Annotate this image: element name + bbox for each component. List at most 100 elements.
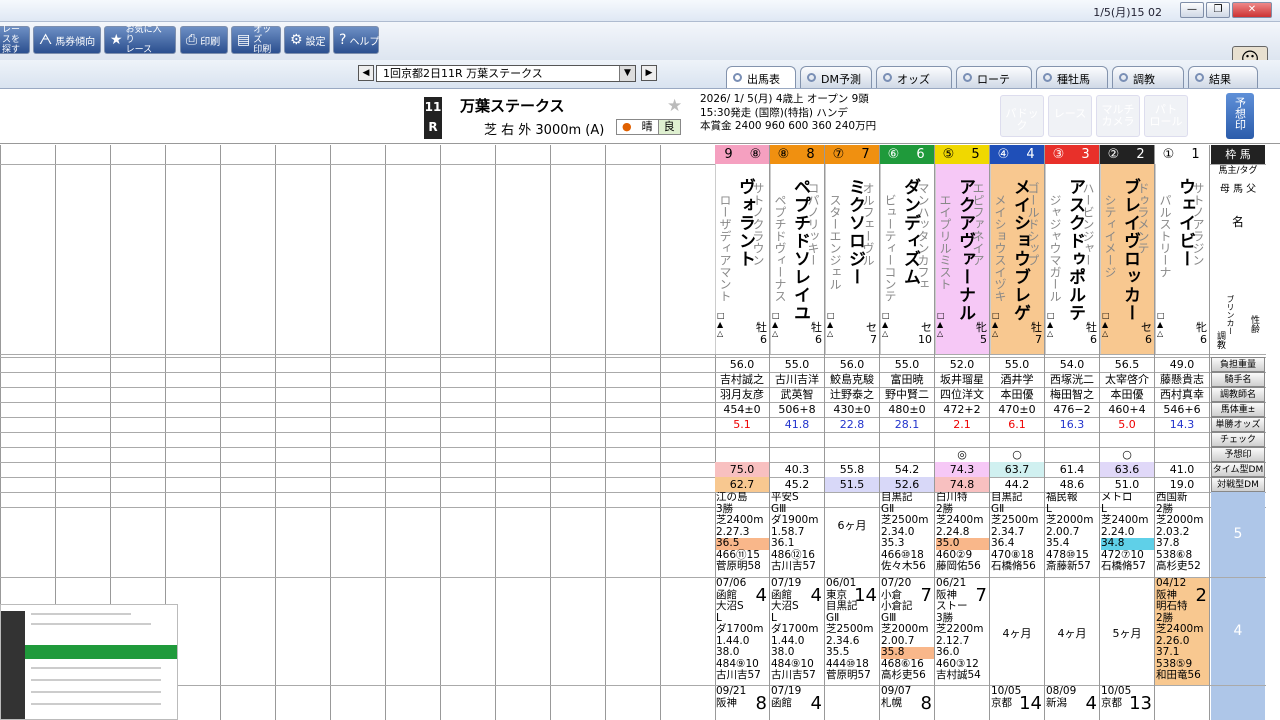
horse-number: 8: [806, 147, 815, 162]
past-race-3[interactable]: 09/07 8 札幌: [880, 686, 934, 720]
horse-name-cell[interactable]: エピファネイア アクアヴァーナル エイプリルミスト □ ▲ △ 牝 5: [935, 164, 989, 354]
horse-name[interactable]: アスクドゥポルテ: [1063, 178, 1088, 322]
close-button[interactable]: ✕: [1232, 2, 1272, 18]
past-race-text: 35.4: [1046, 537, 1070, 549]
race-header: 11 R 万葉ステークス ★ 芝 右 外 3000m (A) ● 晴良 2026/ …: [0, 88, 1280, 144]
tab-training[interactable]: 調教: [1112, 66, 1184, 88]
horse-name[interactable]: ペプチドソレイユ: [788, 178, 813, 322]
past-race-3[interactable]: 07/19 4 函館: [770, 686, 824, 720]
past-race-3[interactable]: 09/21 8 阪神: [715, 686, 769, 720]
past-race-1[interactable]: 白川特 2勝 芝2400m 2.24.8 35.0 460②9 藤岡佑56: [935, 492, 989, 577]
help-icon: ?: [339, 32, 347, 48]
horse-name[interactable]: メイショウブレゲ: [1008, 178, 1033, 322]
waku-number: 9: [724, 147, 733, 162]
horse-name-cell[interactable]: ゴールドシップ メイショウブレゲ メイショウスイヅキ □ ▲ △ 牡 7: [990, 164, 1044, 354]
past-race-2[interactable]: 07/06 4 函館 大沼S L ダ1700m 1.44.0 38.0 484⑨10 古川吉57: [715, 578, 769, 685]
race-select[interactable]: 1回京都2日11R 万葉ステークス ▼: [376, 65, 636, 82]
past-race-1[interactable]: 平安S GⅢ ダ1900m 1.58.7 36.1 486⑫16 古川吉57: [770, 492, 824, 577]
odds-cell: 14.3: [1169, 418, 1195, 431]
dam-name: メイショウスイヅキ: [993, 194, 1007, 302]
horse-name-cell[interactable]: サトノクラウン ヴォラント ローザディアマント □ ▲ △ 牡 6: [715, 164, 769, 354]
preview-line: [31, 703, 161, 705]
tab-results[interactable]: 結果: [1188, 66, 1258, 88]
prediction-mark-cell[interactable]: ◎: [935, 447, 989, 462]
next-race-button[interactable]: ▶: [641, 65, 657, 81]
horse-name[interactable]: ヴォラント: [733, 178, 758, 268]
prediction-mark-cell[interactable]: ○: [1100, 447, 1154, 462]
tab-odds[interactable]: オッズ: [876, 66, 952, 88]
venue-name: 京都: [1101, 696, 1122, 709]
star-icon: ★: [110, 32, 123, 48]
horse-name[interactable]: ブレイヴロッカー: [1118, 178, 1143, 322]
jockey-cell: 富田暁: [890, 373, 924, 386]
past-race-2[interactable]: 06/01 14 東京 目黒記 GⅡ 芝2500m 2.34.6 35.5 444⑩18 菅原明5…: [825, 578, 879, 685]
horse-number: 3: [1081, 147, 1090, 162]
waku-number: ⑥: [887, 147, 900, 162]
help-button[interactable]: ? ヘルプ: [333, 26, 379, 54]
odds-print-button[interactable]: ▤ オッズ 印刷: [231, 25, 281, 55]
past-race-3[interactable]: 10/05 13 京都: [1100, 686, 1154, 720]
tab-dm-forecast[interactable]: DM予測: [800, 66, 872, 88]
horse-age: 6: [815, 333, 822, 346]
dam-name: シティイメージ: [1103, 194, 1117, 278]
past-race-text: 芝2000m: [1156, 514, 1204, 526]
prediction-mark-button[interactable]: 予想印: [1226, 93, 1254, 139]
past-race-1[interactable]: 福民報 L 芝2000m 2.00.7 35.4 478⑩15 斎藤新57: [1045, 492, 1099, 577]
horse-name[interactable]: ダンディズム: [898, 178, 923, 286]
betting-trend-button[interactable]: ᗅ 馬券傾向: [33, 26, 101, 54]
past-race-text: 37.8: [1156, 537, 1180, 549]
favorite-race-button[interactable]: ★ お気に入り レース: [104, 25, 176, 55]
horse-name[interactable]: ウェイビー: [1173, 178, 1198, 268]
odds-print-label: オッズ 印刷: [253, 25, 272, 55]
favorite-star-icon[interactable]: ★: [667, 96, 682, 116]
horse-name-cell[interactable]: サトノアラジン ウェイビー パルストリーナ □ ▲ △ 牝 6: [1155, 164, 1209, 354]
tab-rotation[interactable]: ローテ: [956, 66, 1032, 88]
past-race-1[interactable]: 目黒記 GⅡ 芝2500m 2.34.0 35.3 466⑩18 佐々木56: [880, 492, 934, 577]
tab-sire[interactable]: 種牡馬: [1036, 66, 1108, 88]
print-button[interactable]: ⎙ 印刷: [180, 26, 228, 54]
tab-entries[interactable]: 出馬表: [726, 66, 796, 89]
past-race-1[interactable]: 江の島 3勝 芝2400m 2.27.3 36.5 466⑪15 菅原明58: [715, 492, 769, 577]
past-race-3[interactable]: 08/09 4 新潟: [1045, 686, 1099, 720]
horse-name-cell[interactable]: マンハッタンカフェ ダンディズム ビューティーコンテ □ ▲ △ セ 10: [880, 164, 934, 354]
horse-age: 5: [980, 333, 987, 346]
paddock-button: パドック: [1000, 95, 1044, 137]
past-race-2[interactable]: 07/20 7 小倉 小倉記 GⅢ 芝2000m 2.00.7 35.8 468⑥16 高杉吏56: [880, 578, 934, 685]
trend-icon: ᗅ: [39, 32, 53, 48]
interval-text: 5ヶ月: [1112, 627, 1142, 640]
horse-age: 10: [918, 333, 932, 346]
horse-name[interactable]: ミクソロジー: [843, 178, 868, 286]
past-race-1[interactable]: メトロ L 芝2400m 2.24.0 34.8 472⑦10 石橋脩57: [1100, 492, 1154, 577]
past-race-2[interactable]: 06/21 7 阪神 ストー 3勝 芝2200m 2.12.7 36.0 460③12 吉村誠54: [935, 578, 989, 685]
dam-name: エイプリルミスト: [938, 194, 952, 290]
settings-button[interactable]: ⚙ 設定: [284, 26, 330, 54]
horse-name[interactable]: アクアヴァーナル: [953, 178, 978, 322]
horse-name-cell[interactable]: コパノリッキー ペプチドソレイユ ペプチドヴィーナス □ ▲ △ 牡 6: [770, 164, 824, 354]
maximize-button[interactable]: ❐: [1206, 2, 1230, 18]
prediction-mark-cell[interactable]: ○: [990, 447, 1044, 462]
dam-name: ペプチドヴィーナス: [773, 194, 787, 302]
horse-number: 1: [1191, 147, 1200, 162]
find-race-button[interactable]: レースを 探す: [0, 25, 30, 55]
horse-age: 6: [1145, 333, 1152, 346]
print-label: 印刷: [200, 36, 221, 48]
minimize-button[interactable]: —: [1180, 2, 1204, 18]
horse-name-cell[interactable]: ハービンジャー アスクドゥポルテ ジャジャウマガール □ ▲ △ 牡 6: [1045, 164, 1099, 354]
body-weight-cell: 506+8: [778, 403, 816, 416]
past-race-3[interactable]: 10/05 14 京都: [990, 686, 1044, 720]
past-race-text: 35.0: [936, 537, 989, 550]
past-race-2[interactable]: 07/19 4 函館 大沼S L ダ1700m 1.44.0 38.0 484⑨10 古川吉57: [770, 578, 824, 685]
horse-name-cell[interactable]: オルフェーヴル ミクソロジー スターエンジェル □ ▲ △ セ 7: [825, 164, 879, 354]
past-race-text: 36.0: [936, 646, 960, 658]
past-race-text: 石橋脩57: [1101, 560, 1146, 572]
past-race-2[interactable]: 04/12 2 阪神 明石特 2勝 芝2400m 2.26.0 37.1 538⑤9 和田竜56: [1155, 578, 1209, 685]
tab-label: DM予測: [821, 73, 861, 86]
past-race-1[interactable]: 西国新 2勝 芝2000m 2.03.2 37.8 538⑥8 高杉吏52: [1155, 492, 1209, 577]
past-race-venue: 8 札幌: [881, 694, 934, 711]
past-race-1[interactable]: 目黒記 GⅡ 芝2500m 2.34.7 36.4 470⑧18 石橋脩56: [990, 492, 1044, 577]
prev-race-button[interactable]: ◀: [358, 65, 374, 81]
horse-name-cell[interactable]: ドゥラメンテ ブレイヴロッカー シティイメージ □ ▲ △ セ 6: [1100, 164, 1154, 354]
past-race-text: 芝2500m: [826, 623, 874, 635]
dam-name: ビューティーコンテ: [883, 194, 897, 302]
past-race-text: 38.0: [771, 646, 795, 658]
